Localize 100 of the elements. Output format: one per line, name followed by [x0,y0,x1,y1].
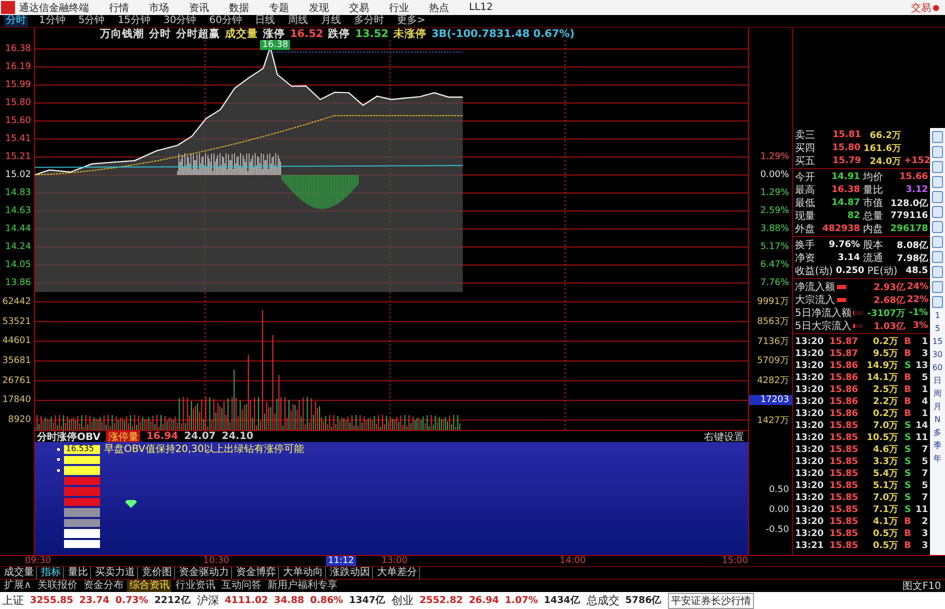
stat-value: 15.66 [898,172,928,182]
menu-item[interactable]: 行情 [109,0,129,14]
f10-tab[interactable]: 图文F10 [902,579,941,593]
period-tab[interactable]: 30分钟 [161,15,198,27]
info-tab[interactable]: 行业资讯 [173,580,218,592]
period-tab[interactable]: 月线 [318,15,343,27]
indicator-tab[interactable]: 大单差分 [375,567,420,579]
period-tab[interactable]: 更多> [394,15,428,27]
trade-side: S [904,360,911,370]
indicator-tab[interactable]: 涨跌动因 [328,567,373,579]
trade-volume: 14.1万 [866,372,898,384]
indicator-tab[interactable]: 竞价图 [140,567,175,579]
indicator-tab[interactable]: 成交量 [2,567,37,579]
toolbar-icon[interactable] [932,176,943,188]
flow-label: 5日大宗流入 [795,320,852,333]
indicator-value: 24.10 [222,431,254,442]
toolbar-icon[interactable] [932,131,943,143]
trade-count: 13 [914,360,928,370]
trade-volume: 7.0万 [872,492,898,504]
indicator-tab[interactable]: 买卖力道 [93,567,138,579]
period-link[interactable]: 30 [932,350,943,360]
volume-axis-label: 8920 [7,415,32,426]
indicator-tab[interactable]: 指标 [39,567,64,579]
period-tab[interactable]: 5分钟 [76,15,107,27]
menu-item[interactable]: 发现 [309,0,329,14]
index-amount: 1347亿 [349,594,386,607]
price-axis-label: 16.19 [4,62,32,72]
total-label: 总成交 [586,593,620,608]
toolbar-icon[interactable] [932,236,943,248]
trade-volume: 3.3万 [872,456,898,468]
order-label: 卖三 [795,128,816,142]
stat-value: 14.87 [830,198,860,208]
period-tab[interactable]: 15分钟 [116,15,152,27]
menu-item[interactable]: LL12 [469,2,493,13]
info-tab[interactable]: 关联报价 [35,580,80,592]
indicator-tab[interactable]: 量比 [66,567,91,579]
menu-item[interactable]: 数据 [229,0,249,14]
trade-count: 1 [920,336,928,346]
menu-item[interactable]: 资讯 [189,0,209,14]
settings-link[interactable]: 右键设置 [704,430,744,444]
stat-value: 8.08亿 [896,240,928,252]
period-link[interactable]: 年 [934,454,942,464]
index-percent: 0.73% [115,595,148,606]
period-tab[interactable]: 周线 [286,15,310,27]
period-link[interactable]: 日 [934,376,942,386]
indicator-tab[interactable]: 资金博弈 [234,567,279,579]
order-label: 买五 [795,155,816,168]
time-axis-label: 15:00 [721,556,749,566]
toolbar-icon[interactable] [932,281,943,293]
toolbar-icon[interactable] [932,266,943,278]
menu-item[interactable]: 专题 [269,0,289,14]
trade-side: S [904,444,911,454]
toolbar-icon[interactable] [932,296,943,308]
menu-item[interactable]: 交易 [349,0,369,14]
info-tab[interactable]: 扩展∧ [2,580,34,592]
info-tab[interactable]: 综合资讯 [127,580,172,592]
period-tab[interactable]: 日线 [252,15,277,27]
period-link[interactable]: N [934,415,940,425]
period-link[interactable]: 1 [934,311,940,321]
menu-item[interactable]: 市场 [149,0,169,14]
indicator-tab[interactable]: 大单动向 [281,567,326,579]
period-link[interactable]: 多 [934,428,942,438]
trade-price: 15.87 [828,336,858,346]
chart-legend-text: 13.52 [355,28,388,40]
toolbar-icon[interactable] [932,146,943,158]
period-link[interactable]: 周 [934,389,942,399]
trade-side: B [903,540,911,550]
period-link[interactable]: 月 [934,402,942,412]
period-link[interactable]: 15 [932,337,943,347]
toolbar-icon[interactable] [932,191,943,203]
period-tab[interactable]: 1分钟 [37,15,68,27]
period-tab[interactable]: 60分钟 [207,15,244,27]
price-axis-label: 15.21 [4,152,32,162]
menu-item[interactable]: 热点 [429,0,449,14]
info-tab[interactable]: 新用户福利专享 [265,580,340,592]
info-tab[interactable]: 互动问答 [219,580,264,592]
period-tab[interactable]: 多分时 [352,15,386,27]
indicator-tab[interactable]: 资金驱动力 [177,567,232,579]
toolbar-icon[interactable] [932,251,943,263]
trade-time: 13:20 [795,360,823,370]
trade-side: B [903,528,911,538]
toolbar-icon[interactable] [932,221,943,233]
toolbar-icon[interactable] [932,206,943,218]
stat-value: 16.38 [830,185,860,195]
toolbar-icon[interactable] [932,161,943,173]
trade-side: B [903,516,911,526]
period-link[interactable]: 5 [934,324,940,334]
period-link[interactable]: 60 [932,363,943,373]
order-change: +152 [904,156,928,166]
index-change: 23.74 [79,595,110,606]
trade-side: B [903,396,911,406]
period-link[interactable]: 季 [934,441,942,451]
chart-legend-text: 3B(-100.7831.48 0.67%) [431,28,575,40]
trade-button[interactable]: 交易 [911,0,939,14]
indicator-value: 24.07 [184,431,216,442]
menu-item[interactable]: 行业 [389,0,409,14]
info-tab[interactable]: 资金分布 [81,580,126,592]
trade-price: 15.87 [828,348,858,358]
period-tab[interactable]: 分时 [4,15,28,27]
stat-label: PE(动) [867,265,898,278]
